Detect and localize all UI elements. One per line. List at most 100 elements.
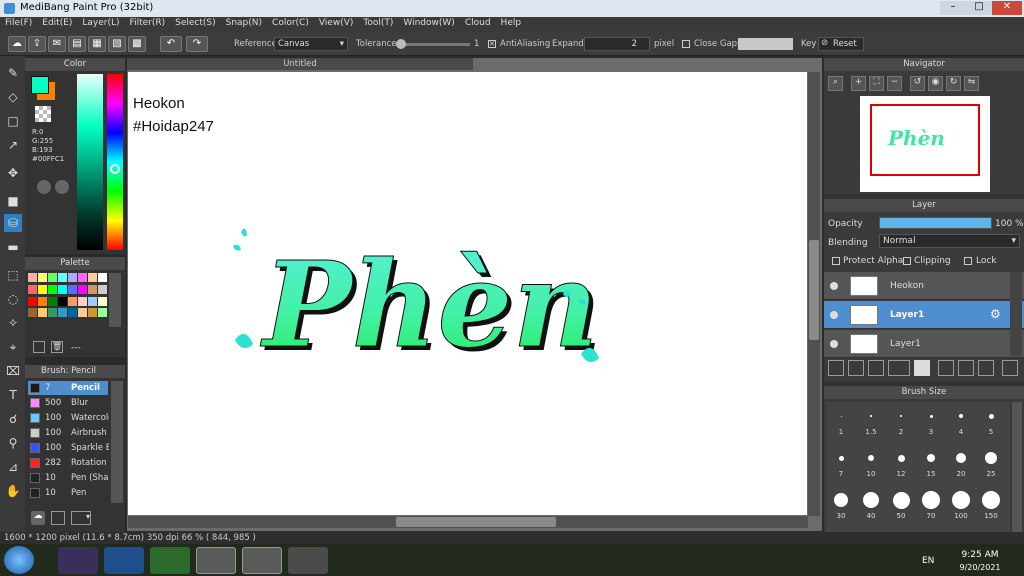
brush-item[interactable]: 10 Pen (Sharp) — [28, 471, 109, 485]
palette-swatch[interactable] — [48, 308, 57, 318]
visibility-icon[interactable] — [830, 282, 838, 290]
expand-input[interactable]: 2 — [584, 37, 650, 51]
reset-view-icon[interactable]: ◉ — [928, 76, 943, 91]
visibility-icon[interactable] — [830, 340, 838, 348]
hue-handle[interactable] — [110, 164, 120, 174]
brush-size-dot[interactable] — [956, 453, 966, 463]
text-tool-icon[interactable]: T — [4, 386, 22, 404]
brush-size-dot[interactable] — [982, 491, 1000, 509]
palette-swatch[interactable] — [58, 296, 67, 306]
cloud-icon[interactable]: ☁ — [8, 36, 26, 52]
hand-tool-icon[interactable]: ✋ — [4, 482, 22, 500]
palette-swatch[interactable] — [68, 296, 77, 306]
palette-scrollbar[interactable] — [109, 273, 121, 327]
brush-item[interactable]: 500 Blur — [28, 396, 108, 410]
gradient-tool-icon[interactable]: ▬ — [4, 238, 22, 256]
medibang-icon[interactable] — [242, 547, 282, 574]
redo-button[interactable]: ↷ — [186, 36, 208, 52]
brush-size-dot[interactable] — [892, 491, 910, 509]
palette-swatch[interactable] — [58, 273, 67, 282]
chat-icon[interactable]: ✉ — [48, 36, 66, 52]
brush-item[interactable]: 100 Watercolor — [28, 411, 109, 425]
menu-cloud[interactable]: Cloud — [460, 17, 496, 32]
horizontal-scrollbar[interactable] — [128, 516, 808, 528]
saturation-value-box[interactable] — [77, 74, 103, 250]
menu-view[interactable]: View(V) — [314, 17, 359, 32]
hue-slider[interactable] — [107, 74, 123, 250]
operation-tool-icon[interactable]: ☌ — [4, 410, 22, 428]
clipping-checkbox[interactable] — [903, 257, 911, 265]
brush-item[interactable]: 7 Pencil — [28, 381, 108, 395]
minimize-button[interactable]: – — [940, 1, 966, 15]
palette-swatch[interactable] — [68, 308, 77, 318]
menu-tool[interactable]: Tool(T) — [358, 17, 398, 32]
new-8bit-layer-icon[interactable] — [868, 360, 884, 376]
brush-item[interactable]: 100 Airbrush — [28, 426, 108, 440]
canvas[interactable]: Heokon #Hoidap247 Phèn Phèn — [128, 72, 807, 515]
vertical-scroll-thumb[interactable] — [809, 240, 819, 340]
menu-layer[interactable]: Layer(L) — [77, 17, 124, 32]
fill-rect-tool-icon[interactable]: ■ — [4, 192, 22, 210]
protect-alpha-checkbox[interactable] — [832, 257, 840, 265]
canvas-tab[interactable]: Untitled — [127, 58, 473, 70]
menu-filter[interactable]: Filter(R) — [125, 17, 171, 32]
palette-swatch[interactable] — [78, 296, 87, 306]
palette-swatch[interactable] — [68, 284, 77, 294]
horizontal-scroll-thumb[interactable] — [396, 517, 556, 527]
select-pen-icon[interactable]: ⌖ — [4, 338, 22, 356]
merge-down-icon[interactable] — [958, 360, 974, 376]
flip-icon[interactable]: ⇋ — [964, 76, 979, 91]
grid-icon[interactable]: ▩ — [128, 36, 146, 52]
trash-icon[interactable]: 🗑 — [51, 341, 63, 353]
start-button[interactable] — [4, 546, 34, 574]
add-layer-menu-icon[interactable] — [888, 360, 910, 376]
folder-icon[interactable] — [914, 360, 930, 376]
layer-scrollbar[interactable] — [1010, 272, 1022, 356]
select-rect-icon[interactable]: ⬚ — [4, 266, 22, 284]
menu-snap[interactable]: Snap(N) — [221, 17, 267, 32]
vertical-scrollbar[interactable] — [808, 72, 820, 516]
undo-button[interactable]: ↶ — [160, 36, 182, 52]
navigator-preview[interactable]: Phèn — [860, 96, 990, 192]
menu-color[interactable]: Color(C) — [267, 17, 314, 32]
palette-swatch[interactable] — [58, 284, 67, 294]
brush-size-dot[interactable] — [929, 414, 933, 418]
close-gaps-slider[interactable] — [738, 38, 793, 50]
bucket-tool-icon[interactable]: ⛁ — [4, 214, 22, 232]
rotate-left-icon[interactable]: ↺ — [910, 76, 925, 91]
brush-size-dot[interactable] — [959, 414, 963, 418]
palette-swatch[interactable] — [98, 284, 107, 294]
palette-swatch[interactable] — [48, 296, 57, 306]
tolerance-slider[interactable] — [396, 43, 470, 46]
reset-button[interactable]: ⊘ Reset — [818, 37, 864, 51]
palette-swatch[interactable] — [48, 273, 57, 282]
brush-size-dot[interactable] — [988, 413, 994, 419]
clock[interactable]: 9:25 AM 9/20/2021 — [950, 550, 1010, 572]
brush-size-scrollbar[interactable] — [1012, 402, 1022, 534]
material-icon[interactable]: ▧ — [108, 36, 126, 52]
comment-icon[interactable]: ▤ — [68, 36, 86, 52]
palette-swatch[interactable] — [98, 308, 107, 318]
palette-swatch[interactable] — [88, 273, 97, 282]
brush-size-dot[interactable] — [834, 493, 848, 507]
transparent-color-swatch[interactable] — [35, 106, 51, 122]
menu-edit[interactable]: Edit(E) — [37, 17, 77, 32]
language-indicator[interactable]: EN — [922, 556, 934, 566]
brush-size-dot[interactable] — [927, 454, 935, 462]
layer-row[interactable]: Layer1 — [824, 330, 1024, 358]
zoom-fit-icon[interactable]: ⌕ — [828, 76, 843, 91]
duplicate-layer-icon[interactable] — [938, 360, 954, 376]
brush-scrollbar[interactable] — [111, 381, 123, 503]
brush-item[interactable]: 10 Pen — [28, 486, 108, 500]
palette-swatch[interactable] — [98, 296, 107, 306]
brush-tool-icon[interactable]: ✎ — [4, 64, 22, 82]
menu-select[interactable]: Select(S) — [170, 17, 221, 32]
palette-swatch[interactable] — [68, 273, 77, 282]
gear-icon[interactable]: ⚙ — [990, 307, 1001, 321]
palette-swatch[interactable] — [38, 296, 47, 306]
brush-item[interactable]: 282 Rotation Symmetry — [28, 456, 109, 470]
lock-checkbox[interactable] — [964, 257, 972, 265]
palette-swatch[interactable] — [78, 273, 87, 282]
brush-size-dot[interactable] — [922, 491, 940, 509]
palette-swatch[interactable] — [98, 273, 107, 282]
